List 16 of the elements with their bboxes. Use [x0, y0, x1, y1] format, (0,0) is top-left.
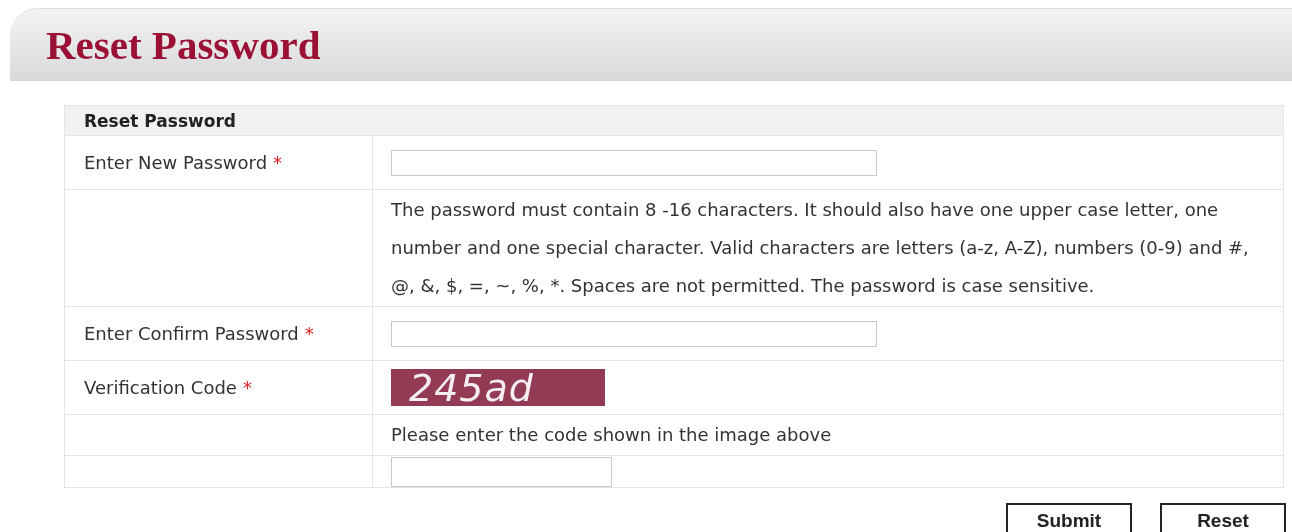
field-label: Enter Confirm Password — [84, 323, 299, 344]
input-field[interactable] — [391, 456, 612, 487]
captcha-image: 245ad — [391, 369, 605, 406]
required-mark: * — [304, 323, 314, 344]
field-label: Enter New Password — [84, 152, 268, 173]
form-heading: Reset Password — [84, 110, 236, 131]
required-mark: * — [242, 377, 252, 398]
required-mark: * — [273, 152, 283, 173]
field-label: Verification Code — [84, 377, 237, 398]
input-field[interactable] — [391, 320, 877, 347]
help-text: The password must contain 8 -16 characters. It should also have one upper case letter, one number and one special character. Valid characters are letters (a-z, A-Z), numbers (0-9) and #, @, &, $, =, ~, %, *. Spaces are not permitted. The password is case sensitive. — [391, 198, 1250, 298]
input-field[interactable] — [391, 149, 877, 176]
help-text: Please enter the code shown in the image above — [391, 423, 832, 447]
reset-button[interactable]: Reset — [1160, 503, 1286, 532]
page-title: Reset Password — [46, 21, 321, 69]
submit-button[interactable]: Submit — [1006, 503, 1132, 532]
